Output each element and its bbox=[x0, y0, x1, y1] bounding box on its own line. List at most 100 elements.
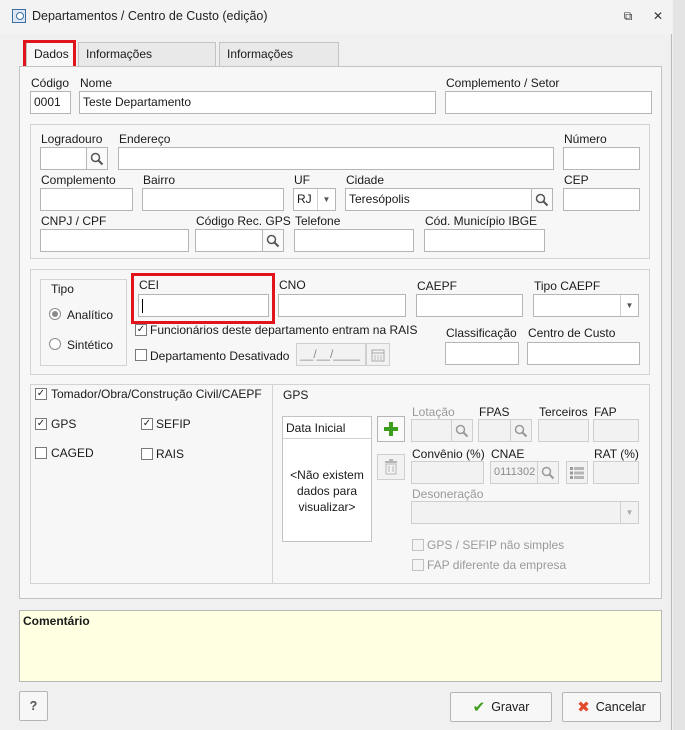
cidade-input[interactable]: Teresópolis bbox=[345, 188, 532, 211]
logradouro-search-button[interactable] bbox=[86, 147, 108, 170]
search-icon bbox=[541, 466, 555, 479]
save-button[interactable]: ✔ Gravar bbox=[450, 692, 552, 722]
tab-informacoes-adicionais[interactable]: Informações Adicionais bbox=[78, 42, 216, 84]
cno-input[interactable] bbox=[278, 294, 406, 317]
search-icon bbox=[455, 424, 469, 437]
centro-custo-input[interactable] bbox=[527, 342, 640, 365]
calendar-icon bbox=[371, 349, 385, 361]
numero-input[interactable] bbox=[563, 147, 640, 170]
logradouro-input[interactable] bbox=[40, 147, 87, 170]
gps-sefip-checkbox[interactable] bbox=[412, 539, 424, 551]
rais-label: Funcionários deste departamento entram n… bbox=[150, 323, 418, 337]
title-bar: Departamentos / Centro de Custo (edição)… bbox=[0, 0, 672, 34]
rais-obra-checkbox[interactable] bbox=[141, 448, 153, 460]
lotacao-input[interactable] bbox=[411, 419, 452, 442]
gps-checkbox[interactable]: ✓ bbox=[35, 418, 47, 430]
tipo-caepf-label: Tipo CAEPF bbox=[534, 279, 601, 293]
telefone-input[interactable] bbox=[294, 229, 414, 252]
terceiros-input[interactable] bbox=[538, 419, 589, 442]
cancel-button[interactable]: ✖ Cancelar bbox=[562, 692, 661, 722]
comment-box[interactable]: Comentário bbox=[19, 610, 662, 682]
data-desativado-input[interactable]: __/__/____ bbox=[296, 343, 366, 366]
caged-checkbox[interactable] bbox=[35, 447, 47, 459]
gps-empty-message: <Não existem dados para visualizar> bbox=[290, 468, 364, 514]
caged-label: CAGED bbox=[51, 446, 94, 460]
cnae-search-button[interactable] bbox=[537, 461, 559, 484]
tipo-label: Tipo bbox=[51, 282, 74, 296]
background-strip bbox=[673, 0, 685, 730]
tab-informacoes-esocial[interactable]: Informações eSocial bbox=[219, 42, 339, 84]
cep-input[interactable] bbox=[563, 188, 640, 211]
plus-icon bbox=[384, 422, 398, 436]
fpas-search-button[interactable] bbox=[510, 419, 532, 442]
classificacao-input[interactable] bbox=[445, 342, 519, 365]
complemento-setor-input[interactable] bbox=[445, 91, 652, 114]
codigo-gps-label: Código Rec. GPS bbox=[196, 214, 291, 228]
radio-analitico[interactable] bbox=[49, 308, 61, 320]
tomador-checkbox[interactable]: ✓ bbox=[35, 388, 47, 400]
dialog-window: Departamentos / Centro de Custo (edição)… bbox=[0, 0, 672, 730]
cnpj-input[interactable] bbox=[40, 229, 189, 252]
cod-municipio-input[interactable] bbox=[424, 229, 545, 252]
endereco-label: Endereço bbox=[119, 132, 171, 146]
nome-input[interactable]: Teste Departamento bbox=[79, 91, 436, 114]
close-window-button[interactable]: ✕ bbox=[650, 8, 666, 24]
fpas-input[interactable] bbox=[478, 419, 511, 442]
codigo-gps-search-button[interactable] bbox=[262, 229, 284, 252]
close-icon: ✖ bbox=[577, 699, 590, 716]
complemento-input[interactable] bbox=[40, 188, 133, 211]
sefip-checkbox[interactable]: ✓ bbox=[141, 418, 153, 430]
search-icon bbox=[535, 193, 549, 206]
trash-icon bbox=[385, 459, 397, 475]
check-icon: ✔ bbox=[472, 699, 486, 716]
help-icon: ? bbox=[29, 699, 38, 713]
convenio-label: Convênio (%) bbox=[412, 447, 485, 461]
complemento-setor-label: Complemento / Setor bbox=[446, 76, 560, 90]
classificacao-label: Classificação bbox=[446, 326, 517, 340]
caepf-input[interactable] bbox=[416, 294, 523, 317]
fap-diferente-checkbox[interactable] bbox=[412, 559, 424, 571]
telefone-label: Telefone bbox=[295, 214, 341, 228]
cnae-list-button[interactable] bbox=[566, 461, 588, 484]
tomador-label: Tomador/Obra/Construção Civil/CAEPF bbox=[51, 387, 262, 401]
desativado-checkbox[interactable] bbox=[135, 349, 147, 361]
lotacao-search-button[interactable] bbox=[451, 419, 473, 442]
codigo-gps-input[interactable] bbox=[195, 229, 263, 252]
codigo-input[interactable]: 0001 bbox=[30, 91, 71, 114]
bairro-input[interactable] bbox=[142, 188, 284, 211]
gps-list[interactable]: Data Inicial <Não existem dados para vis… bbox=[282, 416, 372, 542]
nome-label: Nome bbox=[80, 76, 113, 90]
gps-group-title: GPS bbox=[283, 388, 309, 402]
calendar-button[interactable] bbox=[366, 343, 390, 366]
cep-label: CEP bbox=[564, 173, 589, 187]
logradouro-label: Logradouro bbox=[41, 132, 103, 146]
sintetico-label: Sintético bbox=[67, 338, 114, 352]
cnae-label: CNAE bbox=[491, 447, 525, 461]
delete-gps-button[interactable] bbox=[377, 454, 405, 480]
cidade-search-button[interactable] bbox=[531, 188, 553, 211]
terceiros-label: Terceiros bbox=[539, 405, 588, 419]
gps-list-header: Data Inicial bbox=[283, 417, 371, 439]
add-gps-button[interactable] bbox=[377, 416, 405, 442]
help-button[interactable]: ? bbox=[19, 691, 48, 721]
complemento-label: Complemento bbox=[41, 173, 116, 187]
cnpj-label: CNPJ / CPF bbox=[41, 214, 107, 228]
highlight-cei bbox=[131, 273, 275, 324]
uf-select[interactable]: RJ ▼ bbox=[293, 188, 336, 211]
comment-label: Comentário bbox=[23, 614, 90, 628]
lotacao-label: Lotação bbox=[412, 405, 455, 419]
cnae-input[interactable]: 0111302 bbox=[490, 461, 538, 484]
desoneracao-select[interactable]: ▼ bbox=[411, 501, 639, 524]
chevron-down-icon: ▼ bbox=[317, 189, 335, 210]
restore-button[interactable]: ⧉ bbox=[620, 8, 636, 24]
search-icon bbox=[514, 424, 528, 437]
endereco-input[interactable] bbox=[118, 147, 554, 170]
search-icon bbox=[266, 234, 280, 247]
codigo-label: Código bbox=[31, 76, 70, 90]
radio-sintetico[interactable] bbox=[49, 338, 61, 350]
convenio-input[interactable] bbox=[411, 461, 484, 484]
tipo-caepf-select[interactable]: ▼ bbox=[533, 294, 639, 317]
fap-input[interactable] bbox=[593, 419, 639, 442]
rat-input[interactable] bbox=[593, 461, 639, 484]
rais-checkbox[interactable]: ✓ bbox=[135, 324, 147, 336]
